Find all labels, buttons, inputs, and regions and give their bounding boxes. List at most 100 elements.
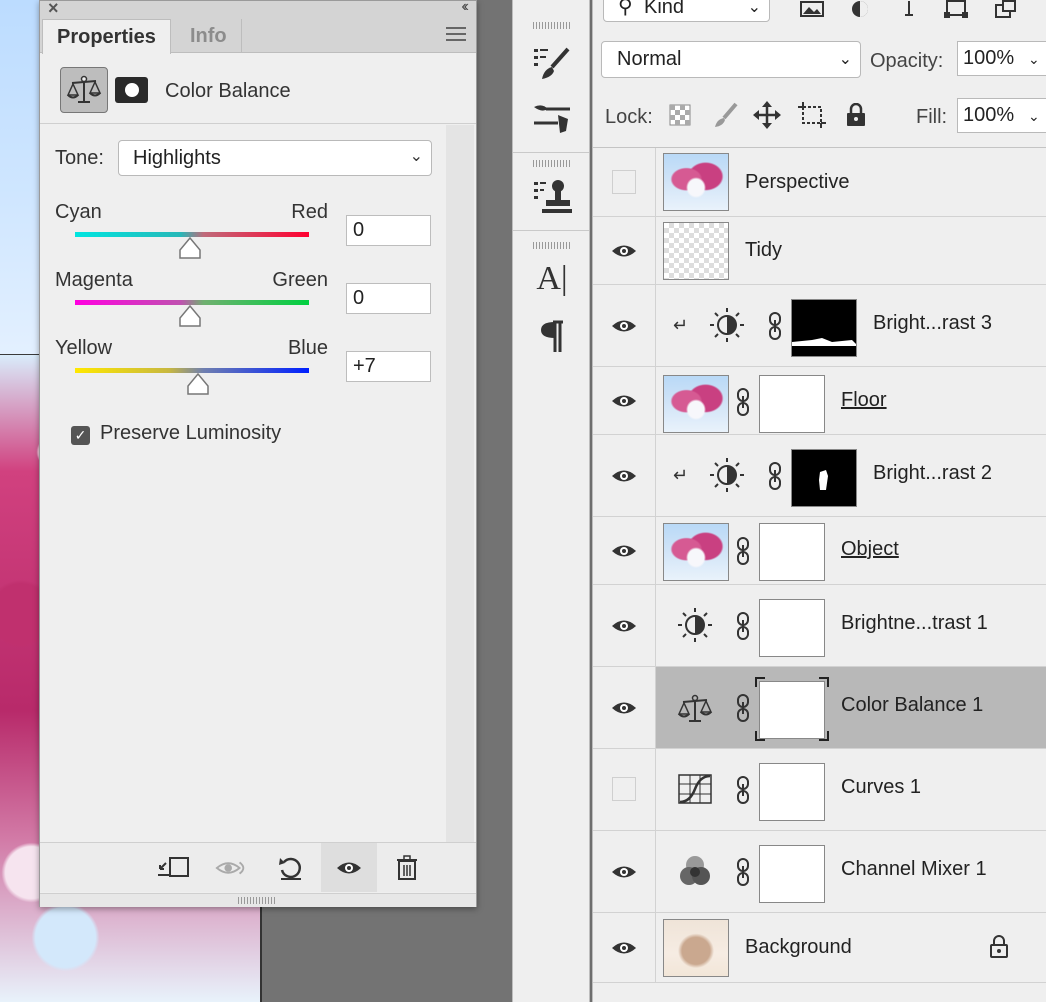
collapse-icon[interactable]: ‹‹ — [461, 0, 468, 16]
visibility-eye-icon[interactable] — [611, 935, 637, 961]
panel-resize-grip[interactable] — [40, 893, 476, 907]
visibility-eye-icon[interactable] — [611, 538, 637, 564]
visibility-eye-icon[interactable] — [611, 388, 637, 414]
layer-row-brightness-contrast-2[interactable]: ↵ Bright...rast 2 — [593, 435, 1046, 517]
layer-kind-filter-select[interactable]: ⚲ Kind ⌄ — [603, 0, 770, 22]
magenta-green-value-input[interactable]: 0 — [346, 283, 431, 314]
chain-link-icon[interactable] — [765, 461, 785, 491]
layer-name[interactable]: Curves 1 — [841, 776, 921, 799]
reset-adjustment-button[interactable] — [274, 851, 308, 885]
visibility-eye-icon[interactable] — [611, 695, 637, 721]
chain-link-icon[interactable] — [733, 536, 753, 566]
layer-name[interactable]: Object — [841, 538, 899, 561]
brush-presets-button[interactable] — [531, 42, 573, 84]
yellow-blue-value-input[interactable]: +7 — [346, 351, 431, 382]
layer-mask-thumbnail-selected[interactable] — [759, 681, 825, 739]
character-panel-button[interactable]: A| — [531, 258, 573, 300]
visibility-toggle-off[interactable] — [612, 777, 636, 801]
layer-thumbnail[interactable] — [663, 153, 729, 211]
mask-button[interactable] — [115, 77, 148, 103]
brightness-contrast-icon[interactable] — [675, 605, 715, 645]
layer-mask-thumbnail[interactable] — [759, 763, 825, 821]
dock-grip-middle[interactable] — [533, 160, 571, 167]
layer-row-curves-1[interactable]: Curves 1 — [593, 749, 1046, 831]
layer-mask-thumbnail[interactable] — [791, 449, 857, 507]
layer-mask-thumbnail[interactable] — [759, 599, 825, 657]
tab-properties[interactable]: Properties — [42, 19, 171, 54]
channel-mixer-icon[interactable] — [675, 851, 715, 891]
chain-link-icon[interactable] — [765, 311, 785, 341]
opacity-dropdown[interactable]: ⌄ — [1028, 41, 1046, 76]
chain-link-icon[interactable] — [733, 611, 753, 641]
delete-adjustment-button[interactable] — [390, 851, 424, 885]
chain-link-icon[interactable] — [733, 693, 753, 723]
cyan-red-slider-thumb[interactable] — [178, 237, 202, 259]
layer-name[interactable]: Color Balance 1 — [841, 694, 983, 717]
layer-thumbnail[interactable] — [663, 523, 729, 581]
fill-input[interactable]: 100% — [957, 98, 1029, 133]
dock-grip-top[interactable] — [533, 22, 571, 29]
visibility-eye-icon[interactable] — [611, 463, 637, 489]
brightness-contrast-icon[interactable] — [707, 455, 747, 495]
visibility-eye-icon[interactable] — [611, 859, 637, 885]
blend-mode-select[interactable]: Normal ⌄ — [601, 41, 861, 78]
visibility-eye-icon[interactable] — [611, 238, 637, 264]
lock-image-pixels-button[interactable] — [710, 100, 740, 130]
tone-select[interactable]: Highlights ⌄ — [118, 140, 432, 176]
visibility-eye-icon[interactable] — [611, 313, 637, 339]
layer-thumbnail[interactable] — [663, 222, 729, 280]
view-previous-state-button[interactable] — [215, 851, 249, 885]
opacity-input[interactable]: 100% — [957, 41, 1029, 76]
prevent-autonest-button[interactable] — [797, 100, 827, 130]
filter-pixel-layers-button[interactable] — [799, 0, 825, 20]
chain-link-icon[interactable] — [733, 857, 753, 887]
dock-grip-bottom[interactable] — [533, 242, 571, 249]
lock-transparent-pixels-button[interactable] — [665, 100, 695, 130]
layer-name[interactable]: Bright...rast 3 — [873, 312, 992, 335]
chain-link-icon[interactable] — [733, 387, 753, 417]
fill-dropdown[interactable]: ⌄ — [1028, 98, 1046, 133]
layer-thumbnail[interactable] — [663, 375, 729, 433]
layer-thumbnail[interactable] — [663, 919, 729, 977]
layer-mask-thumbnail[interactable] — [759, 845, 825, 903]
layer-mask-thumbnail[interactable] — [759, 375, 825, 433]
layer-row-brightness-contrast-1[interactable]: Brightne...trast 1 — [593, 585, 1046, 667]
yellow-blue-slider-thumb[interactable] — [186, 373, 210, 395]
brush-settings-button[interactable] — [531, 98, 573, 140]
layer-row-background[interactable]: Background — [593, 913, 1046, 983]
paragraph-panel-button[interactable] — [531, 316, 573, 358]
chain-link-icon[interactable] — [733, 775, 753, 805]
lock-position-button[interactable] — [752, 100, 782, 130]
cyan-red-value-input[interactable]: 0 — [346, 215, 431, 246]
layer-row-perspective[interactable]: Perspective — [593, 148, 1046, 217]
lock-all-button[interactable] — [841, 100, 871, 130]
close-icon[interactable]: × — [48, 0, 59, 19]
layer-name[interactable]: Background — [745, 936, 852, 959]
filter-adjustment-layers-button[interactable] — [847, 0, 873, 20]
tab-info[interactable]: Info — [176, 19, 242, 53]
panel-menu-icon[interactable] — [446, 27, 466, 41]
layer-row-object[interactable]: Object — [593, 517, 1046, 585]
filter-shape-layers-button[interactable] — [943, 0, 969, 20]
layer-name[interactable]: Brightne...trast 1 — [841, 612, 988, 635]
toggle-visibility-button[interactable] — [332, 851, 366, 885]
filter-type-layers-button[interactable] — [896, 0, 922, 20]
layer-name[interactable]: Floor — [841, 389, 887, 412]
layer-name[interactable]: Bright...rast 2 — [873, 462, 992, 485]
layer-name[interactable]: Perspective — [745, 171, 850, 194]
layer-row-channel-mixer-1[interactable]: Channel Mixer 1 — [593, 831, 1046, 913]
layer-row-color-balance-1[interactable]: Color Balance 1 — [593, 667, 1046, 749]
layer-row-tidy[interactable]: Tidy — [593, 217, 1046, 285]
layer-row-brightness-contrast-3[interactable]: ↵ Bright...rast 3 — [593, 285, 1046, 367]
clip-to-layer-button[interactable] — [156, 851, 190, 885]
visibility-toggle-off[interactable] — [612, 170, 636, 194]
magenta-green-slider-thumb[interactable] — [178, 305, 202, 327]
clone-source-button[interactable] — [531, 176, 573, 218]
layer-row-floor[interactable]: Floor — [593, 367, 1046, 435]
layer-mask-thumbnail[interactable] — [791, 299, 857, 357]
visibility-eye-icon[interactable] — [611, 613, 637, 639]
layer-mask-thumbnail[interactable] — [759, 523, 825, 581]
brightness-contrast-icon[interactable] — [707, 305, 747, 345]
layer-name[interactable]: Channel Mixer 1 — [841, 858, 987, 881]
color-balance-adjustment-button[interactable] — [60, 67, 108, 113]
